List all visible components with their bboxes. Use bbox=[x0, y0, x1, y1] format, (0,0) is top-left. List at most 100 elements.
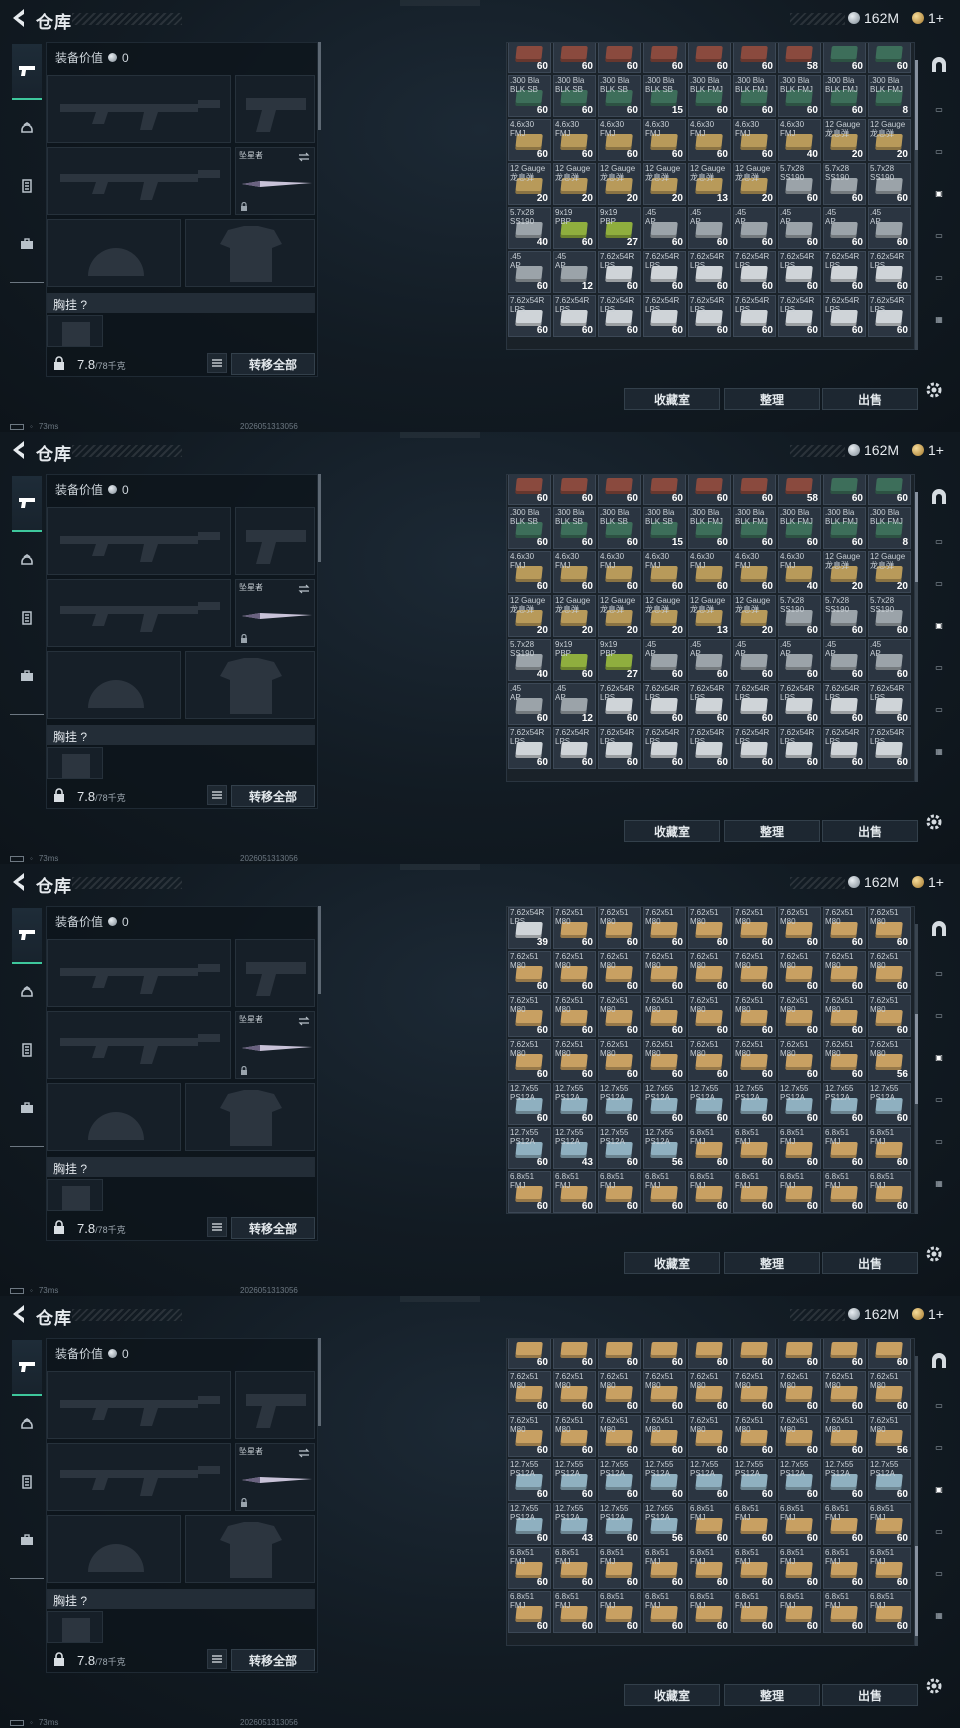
inventory-cell[interactable]: 6.8x51 FMJ 60 bbox=[868, 1171, 911, 1213]
inventory-cell[interactable]: 5.7x28 SS190 60 bbox=[778, 163, 821, 205]
lock-icon[interactable] bbox=[52, 1651, 66, 1667]
collection-room-button[interactable]: 收藏室 bbox=[624, 1252, 720, 1274]
inventory-cell[interactable]: 12.7x55 PS12A 56 bbox=[643, 1503, 686, 1545]
inventory-cell[interactable]: 60 bbox=[643, 475, 686, 505]
inventory-cell[interactable]: 4.6x30 FMJ 60 bbox=[508, 119, 551, 161]
inventory-cell[interactable]: 6.8x51 FMJ 60 bbox=[643, 1171, 686, 1213]
secondary-weapon-slot[interactable] bbox=[235, 507, 315, 575]
storage-page-6[interactable]: ▭ bbox=[926, 1562, 952, 1584]
inventory-cell[interactable]: 12 Gauge 龙息弹 20 bbox=[598, 163, 641, 205]
helmet-slot[interactable] bbox=[47, 1515, 181, 1583]
inventory-cell[interactable]: 6.8x51 FMJ 60 bbox=[553, 1547, 596, 1589]
secondary-rifle-slot[interactable] bbox=[47, 147, 231, 215]
inventory-cell[interactable]: 7.62x51 M80 60 bbox=[643, 951, 686, 993]
inventory-cell[interactable]: 7.62x54R LPS 60 bbox=[688, 727, 731, 769]
inventory-cell[interactable]: 7.62x51 M80 60 bbox=[823, 995, 866, 1037]
inventory-cell[interactable]: .45 AP 12 bbox=[553, 683, 596, 725]
transfer-all-button[interactable]: 转移全部 bbox=[231, 353, 315, 375]
back-arrow-icon[interactable] bbox=[8, 1302, 30, 1326]
inventory-cell[interactable]: 12.7x55 PS12A 60 bbox=[508, 1127, 551, 1169]
inventory-cell[interactable]: .45 AP 60 bbox=[508, 251, 551, 293]
chest-rig-slot[interactable] bbox=[47, 315, 103, 347]
inventory-cell[interactable]: 12.7x55 PS12A 60 bbox=[508, 1459, 551, 1501]
gear-icon[interactable] bbox=[924, 380, 944, 400]
secondary-weapon-slot[interactable] bbox=[235, 1371, 315, 1439]
armor-slot[interactable] bbox=[185, 1515, 315, 1583]
inventory-cell[interactable]: 7.62x54R LPS 60 bbox=[508, 295, 551, 337]
lock-icon[interactable] bbox=[52, 355, 66, 371]
storage-page-6[interactable]: ▭ bbox=[926, 1130, 952, 1152]
inventory-cell[interactable]: 7.62x54R LPS 60 bbox=[598, 295, 641, 337]
inventory-cell[interactable]: 7.62x54R LPS 60 bbox=[823, 727, 866, 769]
inventory-cell[interactable]: 60 bbox=[598, 475, 641, 505]
storage-page-7[interactable]: ▦ bbox=[926, 1172, 952, 1194]
inventory-cell[interactable]: 7.62x51 M80 60 bbox=[598, 951, 641, 993]
inventory-cell[interactable]: 60 bbox=[778, 1339, 821, 1369]
inventory-cell[interactable]: 4.6x30 FMJ 60 bbox=[733, 119, 776, 161]
transfer-all-button[interactable]: 转移全部 bbox=[231, 785, 315, 807]
helmet-slot[interactable] bbox=[47, 1083, 181, 1151]
inventory-cell[interactable]: 4.6x30 FMJ 60 bbox=[688, 551, 731, 593]
storage-page-6[interactable]: ▭ bbox=[926, 698, 952, 720]
inventory-cell[interactable]: 7.62x51 M80 60 bbox=[733, 951, 776, 993]
inventory-cell[interactable]: 6.8x51 FMJ 60 bbox=[733, 1127, 776, 1169]
inventory-cell[interactable]: 12 Gauge 龙息弹 13 bbox=[688, 595, 731, 637]
inventory-cell[interactable]: .300 Bla BLK FMJ 60 bbox=[823, 75, 866, 117]
primary-weapon-slot[interactable] bbox=[47, 75, 231, 143]
inventory-cell[interactable]: 7.62x54R LPS 60 bbox=[778, 683, 821, 725]
inventory-cell[interactable]: 60 bbox=[868, 43, 911, 73]
tab-armor[interactable] bbox=[12, 164, 42, 208]
inventory-cell[interactable]: 12.7x55 PS12A 56 bbox=[643, 1127, 686, 1169]
tab-helmet[interactable] bbox=[12, 970, 42, 1014]
gear-icon[interactable] bbox=[924, 1244, 944, 1264]
inventory-cell[interactable]: 60 bbox=[823, 43, 866, 73]
inventory-cell[interactable]: .300 Bla BLK SB 15 bbox=[643, 507, 686, 549]
inventory-cell[interactable]: 12.7x55 PS12A 43 bbox=[553, 1503, 596, 1545]
inventory-cell[interactable]: .45 AP 60 bbox=[868, 639, 911, 681]
tab-weapons[interactable] bbox=[12, 1340, 42, 1396]
inventory-cell[interactable]: 7.62x51 M80 60 bbox=[508, 995, 551, 1037]
inventory-cell[interactable]: 12.7x55 PS12A 60 bbox=[643, 1083, 686, 1125]
inventory-cell[interactable]: .300 Bla BLK FMJ 8 bbox=[868, 75, 911, 117]
inventory-cell[interactable]: 5.7x28 SS190 60 bbox=[778, 595, 821, 637]
inventory-cell[interactable]: 12.7x55 PS12A 60 bbox=[688, 1083, 731, 1125]
inventory-cell[interactable]: .300 Bla BLK SB 60 bbox=[598, 507, 641, 549]
inventory-cell[interactable]: 7.62x54R LPS 60 bbox=[733, 251, 776, 293]
inventory-cell[interactable]: 7.62x51 M80 60 bbox=[778, 1415, 821, 1457]
melee-slot[interactable]: 坠星者 bbox=[235, 1443, 315, 1511]
inventory-cell[interactable]: .45 AP 60 bbox=[508, 683, 551, 725]
inventory-cell[interactable]: 7.62x51 M80 60 bbox=[778, 951, 821, 993]
tab-helmet[interactable] bbox=[12, 538, 42, 582]
inventory-cell[interactable]: 7.62x51 M80 60 bbox=[868, 951, 911, 993]
secondary-weapon-slot[interactable] bbox=[235, 75, 315, 143]
chest-rig-slot[interactable] bbox=[47, 747, 103, 779]
primary-weapon-slot[interactable] bbox=[47, 507, 231, 575]
inventory-cell[interactable]: 12.7x55 PS12A 60 bbox=[733, 1083, 776, 1125]
inventory-cell[interactable]: 7.62x51 M80 60 bbox=[868, 907, 911, 949]
inventory-cell[interactable]: 12.7x55 PS12A 60 bbox=[598, 1459, 641, 1501]
storage-page-home[interactable] bbox=[926, 918, 952, 940]
inventory-cell[interactable]: 12 Gauge 龙息弹 20 bbox=[643, 163, 686, 205]
armor-slot[interactable] bbox=[185, 651, 315, 719]
inventory-cell[interactable]: 7.62x51 M80 60 bbox=[778, 1039, 821, 1081]
inventory-cell[interactable]: .300 Bla BLK FMJ 60 bbox=[778, 507, 821, 549]
storage-page-5[interactable]: ▭ bbox=[926, 224, 952, 246]
storage-page-4[interactable]: ▣ bbox=[926, 1478, 952, 1500]
organize-button[interactable]: 整理 bbox=[724, 1684, 820, 1706]
swap-icon[interactable] bbox=[298, 584, 310, 594]
inventory-cell[interactable]: .45 AP 60 bbox=[868, 207, 911, 249]
inventory-cell[interactable]: 60 bbox=[553, 1339, 596, 1369]
storage-page-4[interactable]: ▣ bbox=[926, 182, 952, 204]
inventory-cell[interactable]: .45 AP 60 bbox=[778, 639, 821, 681]
inventory-cell[interactable]: 7.62x54R LPS 60 bbox=[733, 683, 776, 725]
storage-page-2[interactable]: ▭ bbox=[926, 530, 952, 552]
inventory-cell[interactable]: 12.7x55 PS12A 60 bbox=[553, 1459, 596, 1501]
inventory-cell[interactable]: 7.62x54R LPS 60 bbox=[688, 295, 731, 337]
inventory-cell[interactable]: 7.62x51 M80 60 bbox=[733, 1371, 776, 1413]
inventory-cell[interactable]: 4.6x30 FMJ 60 bbox=[643, 551, 686, 593]
organize-button[interactable]: 整理 bbox=[724, 820, 820, 842]
storage-page-5[interactable]: ▭ bbox=[926, 1088, 952, 1110]
inventory-cell[interactable]: 7.62x51 M80 60 bbox=[553, 907, 596, 949]
inventory-cell[interactable]: 12 Gauge 龙息弹 20 bbox=[733, 163, 776, 205]
melee-slot[interactable]: 坠星者 bbox=[235, 147, 315, 215]
